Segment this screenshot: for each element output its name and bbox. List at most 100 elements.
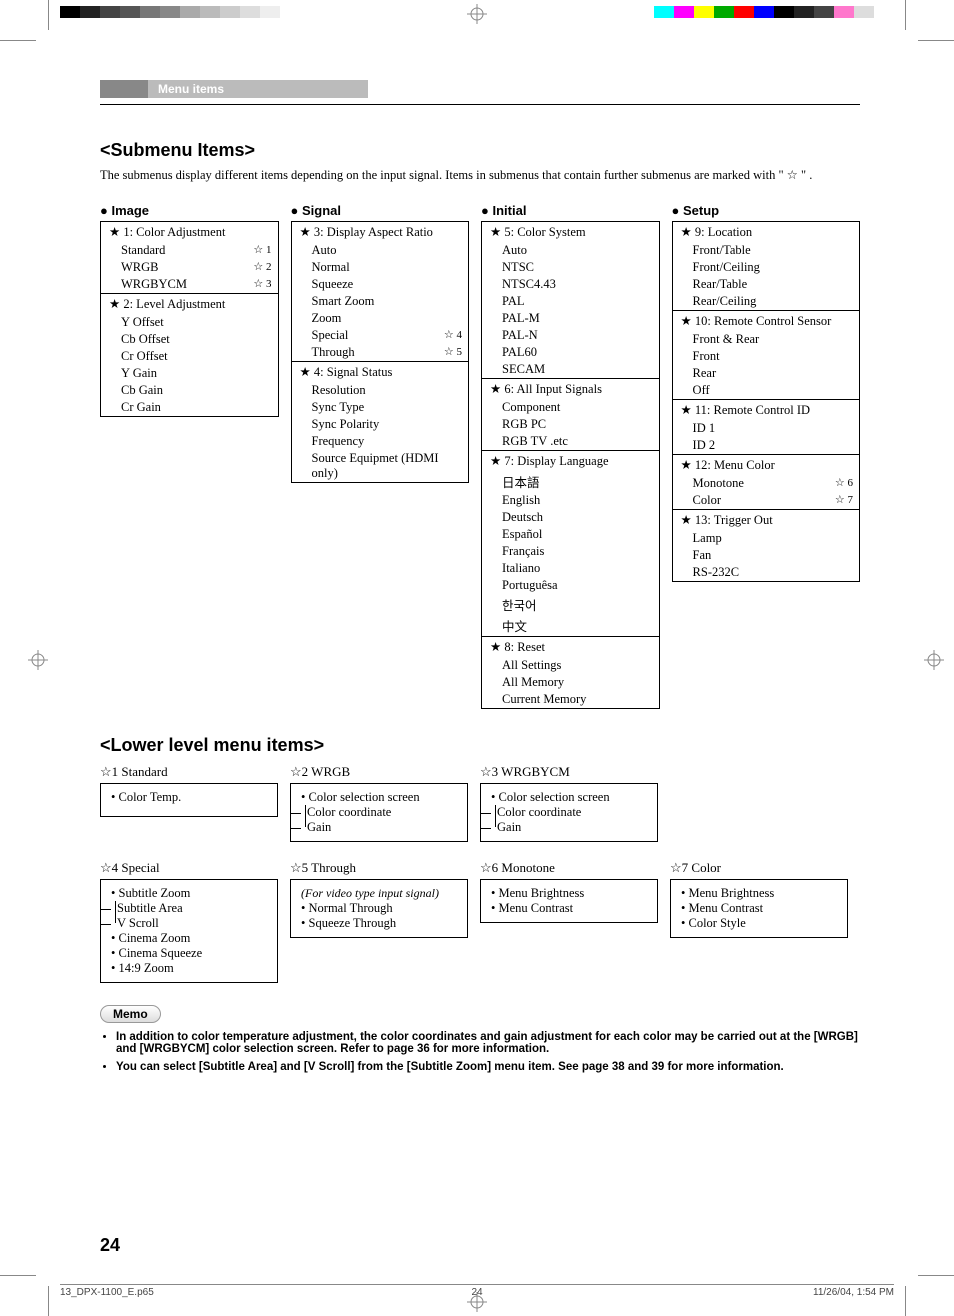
menu-option: Source Equipmet (HDMI only) (292, 450, 469, 482)
menu-option: Auto (292, 242, 469, 259)
menu-option-label: Lamp (693, 531, 722, 546)
col-setup-title: ● Setup (672, 203, 860, 218)
crop-mark (918, 1275, 954, 1276)
menu-option-label: 日本語 (502, 472, 540, 491)
menu-option: Español (482, 526, 659, 543)
menu-option: Special☆ 4 (292, 327, 469, 344)
menu-option: Fan (673, 547, 859, 564)
menu-option: RGB TV .etc (482, 433, 659, 450)
colorbar-swatch (180, 6, 200, 18)
menu-option: All Memory (482, 674, 659, 691)
menu-option-label: Auto (502, 243, 527, 258)
menu-option: PAL (482, 293, 659, 310)
lower-subitem: Subtitle Area (111, 901, 269, 916)
menu-option-label: Portuguêsa (502, 578, 558, 593)
reg-mark-left (28, 650, 48, 670)
menu-option-label: Cr Offset (121, 349, 168, 364)
lower-note: (For video type input signal) (301, 886, 459, 901)
col-image-title: ● Image (100, 203, 279, 218)
menu-option-label: Sync Type (312, 400, 365, 415)
menu-option: RS-232C (673, 564, 859, 581)
menu-section-header: ★ 9: Location (673, 222, 859, 242)
menu-option: Monotone☆ 6 (673, 475, 859, 492)
reg-mark-right (924, 650, 944, 670)
menu-option-label: English (502, 493, 540, 508)
menu-option: Front (673, 348, 859, 365)
menu-option: PAL60 (482, 344, 659, 361)
colorbar-swatch (220, 6, 240, 18)
menu-option: Rear/Ceiling (673, 293, 859, 310)
menu-option-label: Français (502, 544, 544, 559)
menu-option-label: Special (312, 328, 349, 343)
lower-item: • Cinema Zoom (111, 931, 269, 946)
menu-option: NTSC (482, 259, 659, 276)
menu-option-label: Rear/Ceiling (693, 294, 757, 309)
lower-box: • Color Temp. (100, 783, 278, 817)
memo-item: In addition to color temperature adjustm… (116, 1031, 860, 1055)
menu-section-header: ★ 5: Color System (482, 222, 659, 242)
menu-option: 中文 (482, 615, 659, 636)
crop-mark (918, 40, 954, 41)
page-number: 24 (100, 1235, 120, 1256)
lower-col: ☆1 Standard• Color Temp. (100, 764, 278, 842)
menu-option: WRGB ☆ 2 (101, 259, 278, 276)
lower-subitem: V Scroll (111, 916, 269, 931)
menu-option: Français (482, 543, 659, 560)
submenu-mark: ☆ 7 (835, 493, 853, 508)
lower-item: • Menu Contrast (681, 901, 839, 916)
menu-option-label: Front & Rear (693, 332, 760, 347)
menu-section-header: ★ 1: Color Adjustment (101, 222, 278, 242)
menu-option-label: ID 2 (693, 438, 716, 453)
menu-option: Front & Rear (673, 331, 859, 348)
col-signal-box: ★ 3: Display Aspect RatioAutoNormalSquee… (291, 221, 470, 483)
lower-title: ☆4 Special (100, 860, 278, 876)
menu-option: Cr Gain (101, 399, 278, 416)
menu-option: RGB PC (482, 416, 659, 433)
footer: 13_DPX-1100_E.p65 24 11/26/04, 1:54 PM (60, 1284, 894, 1298)
menu-option: PAL-M (482, 310, 659, 327)
menu-option-label: WRGB (121, 260, 159, 275)
menu-option: Rear (673, 365, 859, 382)
memo-list: In addition to color temperature adjustm… (100, 1031, 860, 1073)
col-signal-title: ● Signal (291, 203, 470, 218)
colorbar-swatch (80, 6, 100, 18)
colorbar-swatch (754, 6, 774, 18)
menu-option: Squeeze (292, 276, 469, 293)
lower-row-2: ☆4 Special• Subtitle ZoomSubtitle AreaV … (100, 860, 860, 983)
menu-option: All Settings (482, 657, 659, 674)
crop-mark (905, 0, 906, 30)
menu-option: Rear/Table (673, 276, 859, 293)
lower-subitem: Gain (491, 820, 649, 835)
colorbar-swatch (714, 6, 734, 18)
menu-option-label: Standard (121, 243, 165, 258)
menu-option: Portuguêsa (482, 577, 659, 594)
colorbar-right (654, 6, 894, 18)
menu-option-label: Squeeze (312, 277, 354, 292)
colorbar-swatch (774, 6, 794, 18)
menu-option-label: Sync Polarity (312, 417, 380, 432)
lower-col: ☆2 WRGB• Color selection screenColor coo… (290, 764, 468, 842)
submenu-mark: ☆ 2 (253, 260, 271, 275)
menu-option-label: All Settings (502, 658, 561, 673)
menu-option-label: Monotone (693, 476, 744, 491)
menu-section-header: ★ 3: Display Aspect Ratio (292, 222, 469, 242)
reg-mark-top (467, 4, 487, 24)
lower-col: ☆5 Through(For video type input signal)•… (290, 860, 468, 983)
menu-option-label: Resolution (312, 383, 366, 398)
menu-option: Color☆ 7 (673, 492, 859, 509)
lower-col (670, 764, 848, 842)
crop-mark (48, 1286, 49, 1316)
menu-option-label: Rear/Table (693, 277, 748, 292)
menu-option: Y Offset (101, 314, 278, 331)
menu-option: SECAM (482, 361, 659, 378)
crop-mark (0, 40, 36, 41)
colorbar-swatch (120, 6, 140, 18)
crop-mark (0, 1275, 36, 1276)
menu-option-label: Fan (693, 548, 712, 563)
menu-section-header: ★ 4: Signal Status (292, 361, 469, 382)
memo-item: You can select [Subtitle Area] and [V Sc… (116, 1061, 860, 1073)
menu-section-header: ★ 11: Remote Control ID (673, 399, 859, 420)
page: Menu items <Submenu Items> The submenus … (0, 0, 954, 1316)
menu-option: ID 2 (673, 437, 859, 454)
lower-item: • Squeeze Through (301, 916, 459, 931)
